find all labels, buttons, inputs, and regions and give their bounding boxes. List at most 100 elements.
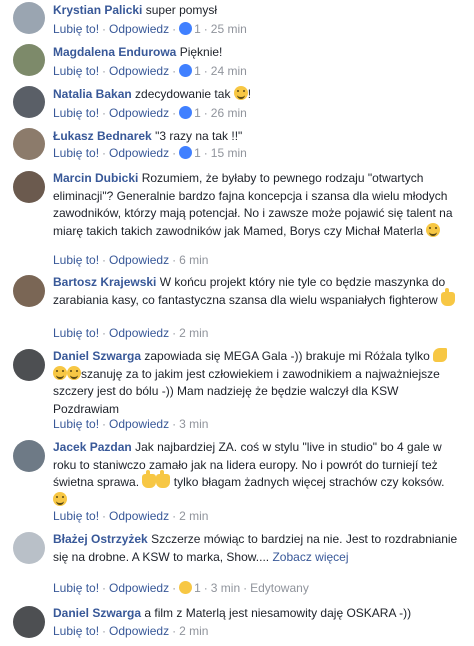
timestamp[interactable]: 26 min [211, 106, 247, 120]
like-link[interactable]: Lubię to! [53, 146, 99, 160]
reply-link[interactable]: Odpowiedz [109, 253, 169, 267]
avatar[interactable] [13, 44, 45, 76]
separator: · [102, 326, 107, 340]
avatar[interactable] [13, 440, 45, 472]
separator: · [172, 581, 177, 595]
reply-link[interactable]: Odpowiedz [109, 581, 169, 595]
timestamp[interactable]: 2 min [179, 624, 208, 638]
like-link[interactable]: Lubię to! [53, 22, 99, 36]
reaction-count[interactable]: 1 [194, 64, 201, 78]
comment-text: szanuję za to jakim jest człowiekiem i z… [53, 366, 440, 416]
smile-emoji-icon [53, 491, 67, 506]
commenter-name[interactable]: Jacek Pazdan [53, 440, 132, 454]
pointing-hands-icon [142, 470, 157, 488]
comment-text: zapowiada się MEGA Gala -)) brakuje mi R… [144, 349, 430, 363]
comment-text: tylko błagam żadnych więcej strachów czy… [173, 475, 445, 489]
timestamp[interactable]: 2 min [179, 509, 208, 523]
separator: · [102, 417, 107, 431]
reply-link[interactable]: Odpowiedz [109, 509, 169, 523]
comment-actions: Lubię to! · Odpowiedz · 3 min [53, 417, 208, 431]
like-link[interactable]: Lubię to! [53, 624, 99, 638]
commenter-name[interactable]: Bartosz Krajewski [53, 275, 156, 289]
reaction-count[interactable]: 1 [194, 146, 201, 160]
separator: · [203, 22, 208, 36]
separator: · [172, 509, 177, 523]
avatar[interactable] [13, 171, 45, 203]
separator: · [102, 106, 107, 120]
reaction-count[interactable]: 1 [194, 22, 201, 36]
avatar[interactable] [13, 2, 45, 34]
reply-link[interactable]: Odpowiedz [109, 106, 169, 120]
commenter-name[interactable]: Błażej Ostrzyżek [53, 532, 148, 546]
separator: · [172, 624, 177, 638]
edited-label[interactable]: Edytowany [250, 581, 309, 595]
like-link[interactable]: Lubię to! [53, 326, 99, 340]
comment-feed: Krystian Palicki super pomysł Lubię to! ·… [0, 0, 474, 646]
like-link[interactable]: Lubię to! [53, 581, 99, 595]
avatar[interactable] [13, 606, 45, 638]
separator: · [203, 581, 208, 595]
reply-link[interactable]: Odpowiedz [109, 326, 169, 340]
like-link[interactable]: Lubię to! [53, 253, 99, 267]
avatar[interactable] [13, 128, 45, 160]
commenter-name[interactable]: Marcin Dubicki [53, 171, 138, 185]
like-link[interactable]: Lubię to! [53, 509, 99, 523]
see-more-link[interactable]: Zobacz więcej [272, 550, 348, 564]
avatar[interactable] [13, 349, 45, 381]
separator: · [102, 146, 107, 160]
timestamp[interactable]: 2 min [179, 326, 208, 340]
like-reaction-icon[interactable] [179, 22, 193, 35]
reply-link[interactable]: Odpowiedz [109, 64, 169, 78]
smile-emoji-icon [233, 86, 248, 100]
separator: · [243, 581, 248, 595]
timestamp[interactable]: 25 min [211, 22, 247, 36]
reaction-count[interactable]: 1 [194, 581, 201, 595]
separator: · [102, 581, 107, 595]
like-reaction-icon[interactable] [179, 106, 193, 119]
timestamp[interactable]: 6 min [179, 253, 208, 267]
like-reaction-icon[interactable] [179, 146, 193, 159]
avatar[interactable] [13, 86, 45, 118]
timestamp[interactable]: 24 min [211, 64, 247, 78]
relieved-face-icon [67, 365, 81, 380]
separator: · [102, 509, 107, 523]
like-link[interactable]: Lubię to! [53, 106, 99, 120]
reaction-count[interactable]: 1 [194, 106, 201, 120]
like-reaction-icon[interactable] [179, 64, 193, 77]
commenter-name[interactable]: Daniel Szwarga [53, 349, 141, 363]
reply-link[interactable]: Odpowiedz [109, 22, 169, 36]
commenter-name[interactable]: Daniel Szwarga [53, 606, 141, 620]
like-link[interactable]: Lubię to! [53, 417, 99, 431]
commenter-name[interactable]: Łukasz Bednarek [53, 129, 152, 143]
avatar[interactable] [13, 275, 45, 307]
timestamp[interactable]: 3 min [179, 417, 208, 431]
commenter-name[interactable]: Natalia Bakan [53, 87, 132, 101]
reply-link[interactable]: Odpowiedz [109, 417, 169, 431]
separator: · [172, 417, 177, 431]
reply-link[interactable]: Odpowiedz [109, 146, 169, 160]
like-link[interactable]: Lubię to! [53, 64, 99, 78]
commenter-name[interactable]: Magdalena Endurowa [53, 45, 176, 59]
separator: · [172, 326, 177, 340]
separator: · [172, 253, 177, 267]
commenter-name[interactable]: Krystian Palicki [53, 3, 142, 17]
separator: · [102, 253, 107, 267]
separator: · [102, 64, 107, 78]
timestamp[interactable]: 15 min [211, 146, 247, 160]
separator: · [102, 624, 107, 638]
comment-actions: Lubię to! · Odpowiedz · 2 min [53, 326, 208, 340]
comment-actions: Lubię to! · Odpowiedz · 2 min [53, 509, 208, 523]
comment-actions: Lubię to! · Odpowiedz · 1 · 26 min [53, 106, 247, 120]
separator: · [172, 146, 177, 160]
timestamp[interactable]: 3 min [211, 581, 240, 595]
wow-reaction-icon[interactable] [179, 581, 193, 594]
comment-actions: Lubię to! · Odpowiedz · 6 min [53, 253, 208, 267]
relieved-face-icon [53, 365, 67, 380]
avatar[interactable] [13, 532, 45, 564]
separator: · [102, 22, 107, 36]
comment-text: zdecydowanie tak [135, 87, 231, 101]
separator: · [203, 106, 208, 120]
reply-link[interactable]: Odpowiedz [109, 624, 169, 638]
comment-text: super pomysł [145, 3, 218, 17]
separator: · [172, 64, 177, 78]
